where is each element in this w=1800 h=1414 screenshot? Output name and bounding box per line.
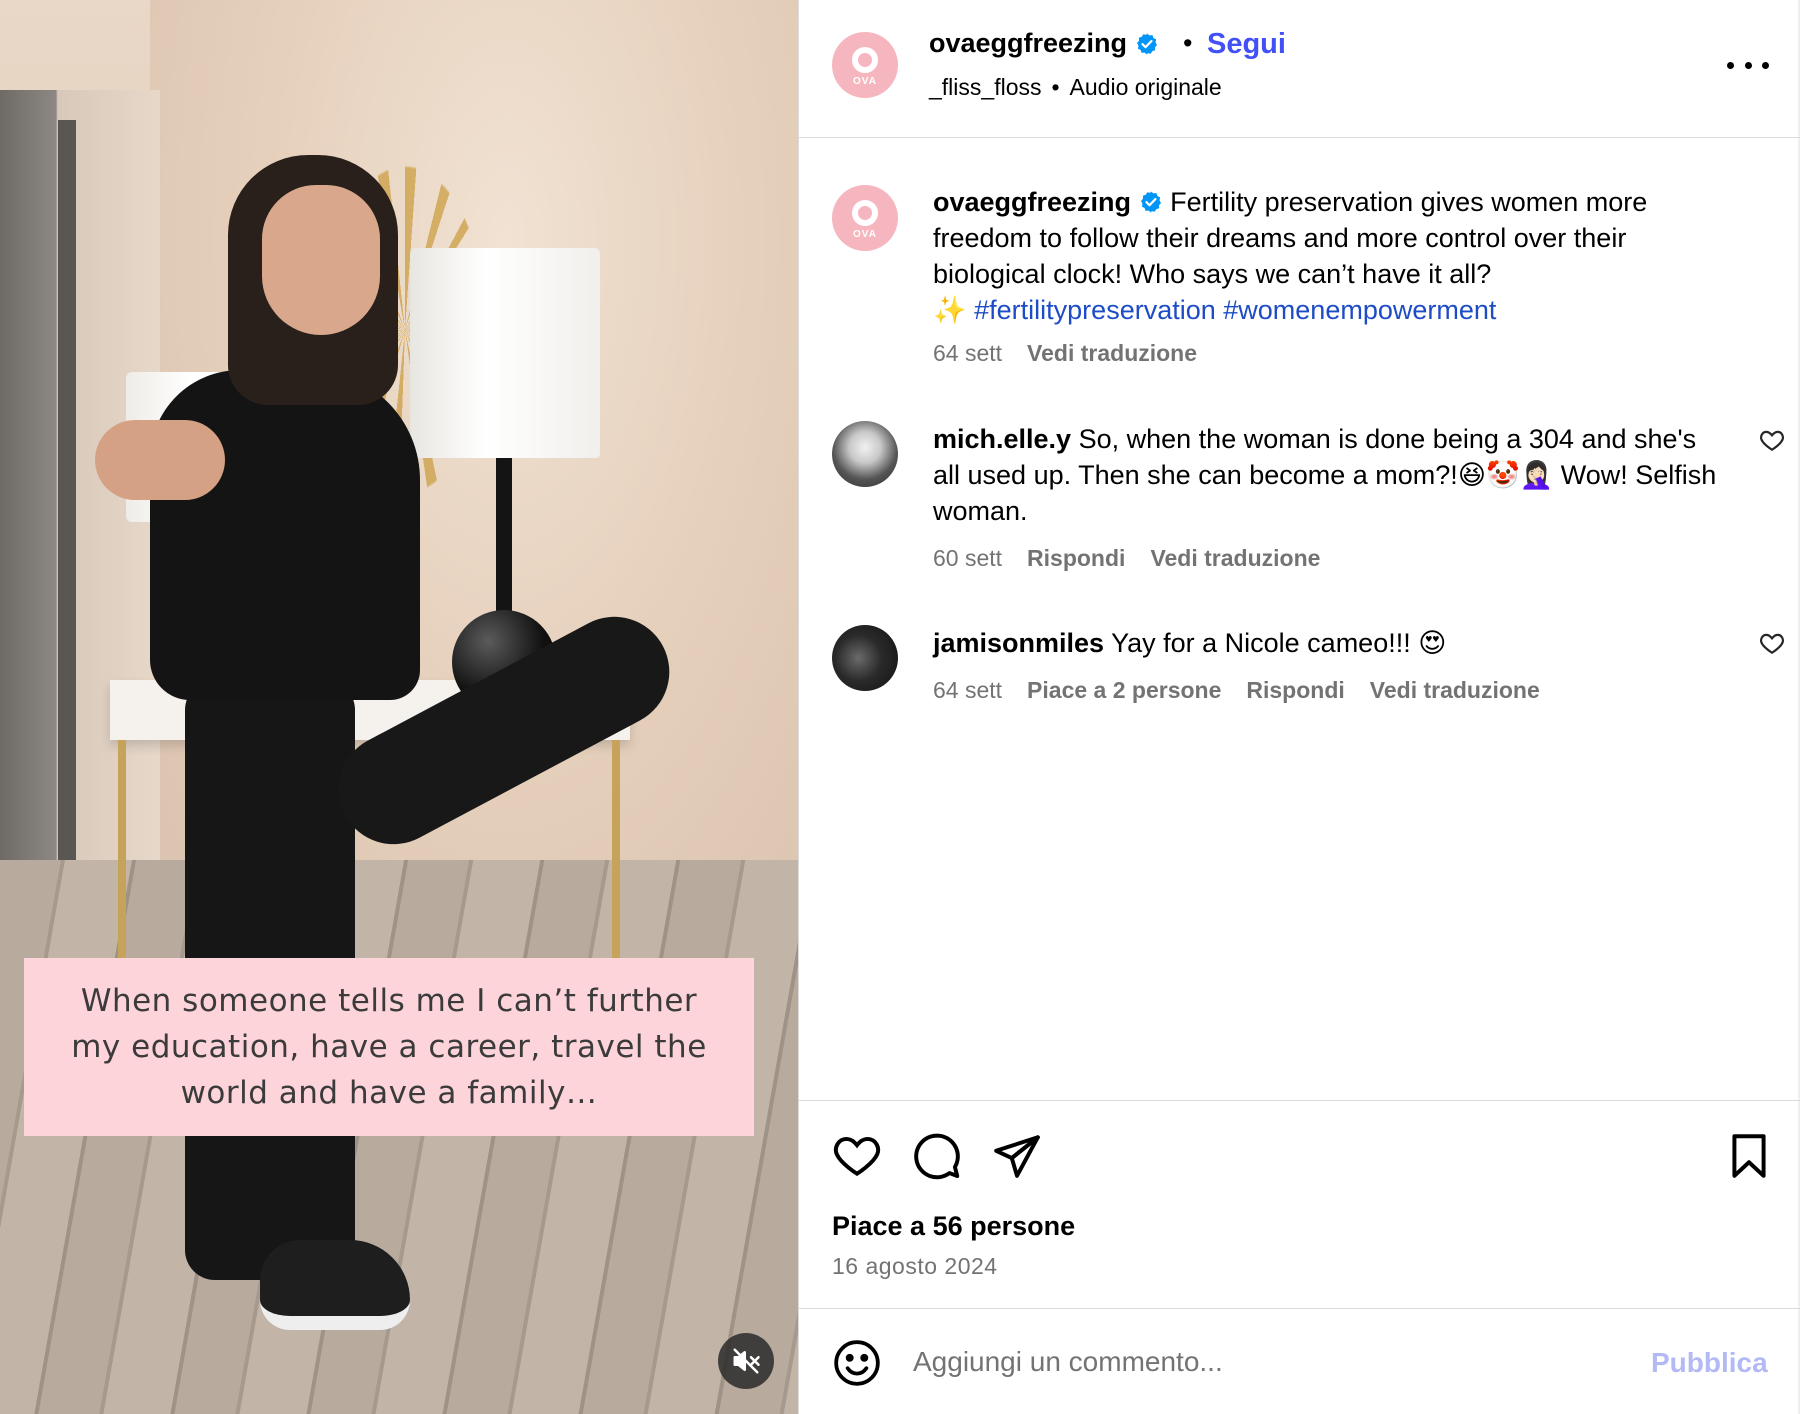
ova-logo-ring	[852, 47, 878, 73]
post-header: OVA ovaeggfreezing • Segui _fliss_floss …	[799, 0, 1800, 138]
caption-text: ovaeggfreezing Fertility preservation gi…	[933, 184, 1723, 328]
see-translation-button[interactable]: Vedi traduzione	[1027, 340, 1197, 367]
comments-list[interactable]: OVA ovaeggfreezing Fertility preservatio…	[799, 138, 1800, 1100]
caption-username[interactable]: ovaeggfreezing	[933, 187, 1131, 217]
reel-video[interactable]: When someone tells me I can’t further my…	[0, 0, 798, 1414]
video-text-overlay: When someone tells me I can’t further my…	[24, 958, 754, 1136]
commenter-avatar[interactable]	[832, 421, 898, 487]
publish-comment-button[interactable]: Pubblica	[1651, 1347, 1768, 1379]
verified-badge-icon	[1135, 32, 1159, 56]
video-person-face	[262, 185, 380, 335]
video-lampshade	[410, 248, 600, 458]
comment-likes-link[interactable]: Piace a 2 persone	[1027, 677, 1221, 704]
video-person-shoe	[260, 1240, 410, 1330]
speaker-muted-icon	[733, 1348, 760, 1374]
see-translation-button[interactable]: Vedi traduzione	[1150, 545, 1320, 572]
more-dot-icon	[1727, 61, 1734, 69]
commenter-avatar[interactable]	[832, 625, 898, 691]
emoji-smiley-icon[interactable]	[832, 1338, 882, 1388]
more-dot-icon	[1744, 61, 1752, 69]
more-options-button[interactable]	[1727, 50, 1769, 80]
header-separator: •	[1183, 28, 1193, 58]
more-dot-icon	[1762, 61, 1769, 69]
hashtag-link[interactable]: #womenempowerment	[1223, 295, 1496, 325]
author-avatar[interactable]: OVA	[832, 32, 898, 98]
hashtag-link[interactable]: #fertilitypreservation	[974, 295, 1216, 325]
caption-author-avatar[interactable]: OVA	[832, 185, 898, 251]
share-paper-plane-icon[interactable]	[992, 1131, 1042, 1181]
ova-logo-text: OVA	[853, 76, 877, 87]
comment-time[interactable]: 64 sett	[933, 677, 1002, 704]
video-person-arm	[95, 420, 225, 500]
like-comment-heart-icon[interactable]	[1759, 630, 1785, 656]
comment-meta: 64 sett Piace a 2 persone Rispondi Vedi …	[933, 677, 1540, 704]
follow-button[interactable]: Segui	[1207, 28, 1286, 61]
reply-button[interactable]: Rispondi	[1246, 677, 1344, 704]
post-details-panel: OVA ovaeggfreezing • Segui _fliss_floss …	[798, 0, 1800, 1414]
commenter-username[interactable]: jamisonmiles	[933, 628, 1104, 658]
instagram-post-view: When someone tells me I can’t further my…	[0, 0, 1800, 1414]
reply-button[interactable]: Rispondi	[1027, 545, 1125, 572]
save-bookmark-icon[interactable]	[1724, 1131, 1774, 1181]
ova-logo-text: OVA	[853, 229, 877, 240]
see-translation-button[interactable]: Vedi traduzione	[1370, 677, 1540, 704]
comment-input[interactable]	[913, 1337, 1613, 1387]
like-comment-heart-icon[interactable]	[1759, 427, 1785, 453]
audio-separator: •	[1051, 74, 1060, 100]
ova-logo-ring	[852, 200, 878, 226]
sparkle-emoji: ✨	[933, 295, 967, 325]
add-comment-bar: Pubblica	[799, 1308, 1800, 1414]
comment-time[interactable]: 60 sett	[933, 545, 1002, 572]
audio-original-link[interactable]: Audio originale	[1070, 74, 1222, 101]
video-doorframe	[58, 120, 76, 950]
author-username-link[interactable]: ovaeggfreezing	[929, 28, 1159, 59]
caption-meta: 64 sett Vedi traduzione	[933, 340, 1197, 367]
commenter-username[interactable]: mich.elle.y	[933, 424, 1071, 454]
post-date[interactable]: 16 agosto 2024	[832, 1253, 998, 1280]
caption-time[interactable]: 64 sett	[933, 340, 1002, 367]
comment-body: Yay for a Nicole cameo!!! 😍	[1111, 628, 1447, 658]
verified-badge-icon	[1139, 190, 1163, 214]
comment-meta: 60 sett Rispondi Vedi traduzione	[933, 545, 1320, 572]
post-actions: Piace a 56 persone 16 agosto 2024	[799, 1100, 1800, 1308]
author-username: ovaeggfreezing	[929, 28, 1128, 58]
likes-count-link[interactable]: Piace a 56 persone	[832, 1211, 1075, 1242]
audio-info: _fliss_floss • Audio originale	[929, 74, 1222, 101]
comment-bubble-icon[interactable]	[912, 1131, 962, 1181]
video-lamp-stem	[496, 458, 512, 628]
comment-text: mich.elle.y So, when the woman is done b…	[933, 421, 1723, 529]
like-heart-icon[interactable]	[832, 1131, 882, 1181]
audio-author-link[interactable]: _fliss_floss	[929, 74, 1041, 101]
mute-button[interactable]	[718, 1333, 774, 1389]
video-console-leg	[118, 740, 126, 960]
comment-text: jamisonmiles Yay for a Nicole cameo!!! 😍	[933, 625, 1723, 661]
video-console-leg	[612, 740, 620, 980]
